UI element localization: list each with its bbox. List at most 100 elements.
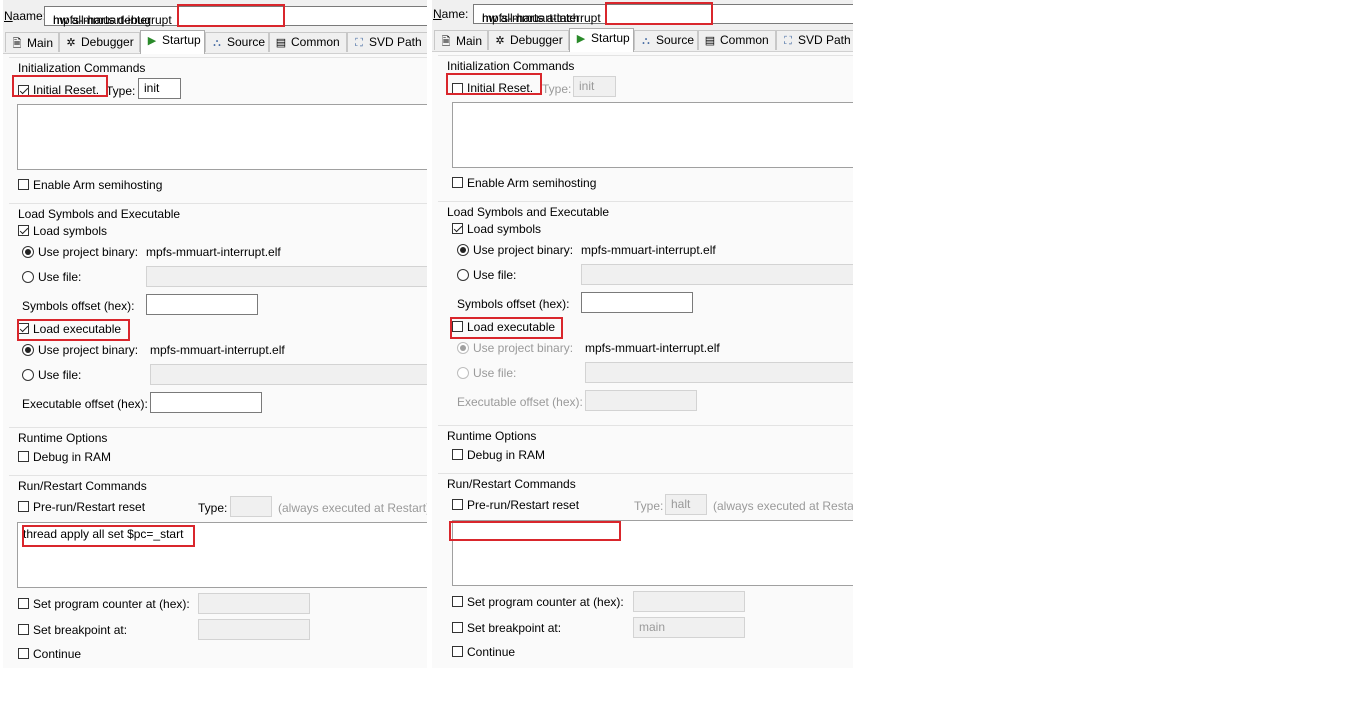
init-type-label: Type: <box>542 82 572 96</box>
symbols-use-file-radio[interactable] <box>22 271 34 283</box>
prerun-type-label: Type: <box>634 499 664 513</box>
symbols-offset-field[interactable] <box>146 294 258 315</box>
init-commands-textarea[interactable] <box>17 104 427 170</box>
load-group: Load Symbols and Executable Load symbols… <box>9 203 427 428</box>
set-pc-label: Set program counter at (hex): <box>467 595 624 609</box>
debug-in-ram-checkbox[interactable] <box>18 451 29 462</box>
prerun-checkbox[interactable] <box>18 501 29 512</box>
continue-checkbox[interactable] <box>452 646 463 657</box>
play-icon: ▶ <box>147 35 157 47</box>
exec-file-field[interactable] <box>585 362 853 383</box>
startup-content: Initialization Commands Initial Reset. T… <box>3 54 427 668</box>
tab-debugger[interactable]: ✲ Debugger <box>488 30 569 50</box>
exec-offset-field[interactable] <box>585 390 697 411</box>
name-suffix-highlight <box>605 2 713 25</box>
symbols-file-field[interactable] <box>146 266 427 287</box>
run-restart-group: Run/Restart Commands Pre-run/Restart res… <box>9 475 427 668</box>
set-pc-field[interactable] <box>198 593 310 614</box>
continue-checkbox[interactable] <box>18 648 29 659</box>
symbols-offset-label: Symbols offset (hex): <box>22 299 135 313</box>
load-group-title: Load Symbols and Executable <box>18 207 181 221</box>
set-pc-checkbox[interactable] <box>452 596 463 607</box>
runtime-group: Runtime Options Debug in RAM <box>9 427 427 476</box>
tab-source[interactable]: ⛬ Source <box>634 30 698 50</box>
symbols-file-field[interactable] <box>581 264 853 285</box>
semihosting-checkbox[interactable] <box>452 177 463 188</box>
exec-use-file-label: Use file: <box>38 368 82 382</box>
symbols-binary-value: mpfs-mmuart-interrupt.elf <box>581 243 716 257</box>
symbols-project-binary-radio[interactable] <box>22 246 34 258</box>
tab-common[interactable]: ▤ Common <box>269 32 347 52</box>
prerun-type-field[interactable]: halt <box>665 494 707 515</box>
exec-binary-value: mpfs-mmuart-interrupt.elf <box>150 343 285 357</box>
exec-file-field[interactable] <box>150 364 427 385</box>
init-commands-title: Initialization Commands <box>447 59 575 73</box>
source-icon: ⛬ <box>642 35 650 47</box>
tab-bar: 🗎 Main ✲ Debugger ▶ Startup ⛬ Source ▤ Common… <box>432 28 853 52</box>
prerun-label: Pre-run/Restart reset <box>467 498 580 512</box>
init-commands-textarea[interactable] <box>452 102 853 168</box>
symbols-use-file-radio[interactable] <box>457 269 469 281</box>
symbols-offset-label: Symbols offset (hex): <box>457 297 570 311</box>
debug-in-ram-label: Debug in RAM <box>33 450 112 464</box>
initial-reset-highlight <box>446 73 542 95</box>
common-icon: ▤ <box>275 37 287 49</box>
name-suffix-highlight <box>177 4 285 27</box>
attach-config-panel: Name: mpfs-mmuart-interrupt hw all-harts … <box>432 0 853 668</box>
always-restart-note: (always executed at Restart) <box>713 499 853 513</box>
init-type-field[interactable]: init <box>138 78 181 99</box>
exec-project-binary-radio[interactable] <box>22 344 34 356</box>
prerun-type-field[interactable] <box>230 496 272 517</box>
set-breakpoint-checkbox[interactable] <box>452 622 463 633</box>
set-breakpoint-label: Set breakpoint at: <box>33 623 128 637</box>
set-pc-field[interactable] <box>633 591 745 612</box>
prerun-checkbox[interactable] <box>452 499 463 510</box>
svd-icon: ⛶ <box>355 37 363 49</box>
symbols-project-binary-radio[interactable] <box>457 244 469 256</box>
tab-svd-path[interactable]: ⛶ SVD Path <box>347 32 427 52</box>
set-breakpoint-field[interactable] <box>198 619 310 640</box>
tab-svd-path[interactable]: ⛶ SVD Path <box>776 30 853 50</box>
exec-offset-label: Executable offset (hex): <box>22 397 148 411</box>
debug-in-ram-checkbox[interactable] <box>452 449 463 460</box>
tab-bar: 🗎 Main ✲ Debugger ▶ Startup ⛬ Source ▤ Common… <box>3 30 427 54</box>
tab-debugger[interactable]: ✲ Debugger <box>59 32 140 52</box>
tab-main[interactable]: 🗎 Main <box>5 32 59 52</box>
run-restart-group: Run/Restart Commands Pre-run/Restart res… <box>438 473 853 667</box>
run-restart-title: Run/Restart Commands <box>18 479 147 493</box>
name-label: Name: <box>433 7 469 21</box>
debug-config-panel: Naame: mpfs-mmuart-interrupt hw all-harts… <box>3 0 427 668</box>
tab-startup[interactable]: ▶ Startup <box>569 28 634 52</box>
init-commands-title: Initialization Commands <box>18 61 146 75</box>
svd-icon: ⛶ <box>784 35 792 47</box>
load-executable-highlight <box>17 319 130 341</box>
tab-common[interactable]: ▤ Common <box>698 30 776 50</box>
exec-project-binary-radio[interactable] <box>457 342 469 354</box>
semihosting-checkbox[interactable] <box>18 179 29 190</box>
tab-source[interactable]: ⛬ Source <box>205 32 269 52</box>
exec-project-binary-label: Use project binary: <box>473 341 574 355</box>
symbols-offset-field[interactable] <box>581 292 693 313</box>
load-executable-highlight <box>450 317 563 339</box>
exec-binary-value: mpfs-mmuart-interrupt.elf <box>585 341 720 355</box>
run-command-highlight <box>22 525 195 547</box>
symbols-project-binary-label: Use project binary: <box>38 245 139 259</box>
init-type-field[interactable]: init <box>573 76 616 97</box>
set-breakpoint-checkbox[interactable] <box>18 624 29 635</box>
exec-use-file-radio[interactable] <box>457 367 469 379</box>
exec-use-file-radio[interactable] <box>22 369 34 381</box>
set-pc-checkbox[interactable] <box>18 598 29 609</box>
semihosting-label: Enable Arm semihosting <box>467 176 597 190</box>
runtime-title: Runtime Options <box>18 431 108 445</box>
set-breakpoint-label: Set breakpoint at: <box>467 621 562 635</box>
load-symbols-checkbox[interactable] <box>18 225 29 236</box>
init-type-label: Type: <box>106 84 136 98</box>
tab-startup[interactable]: ▶ Startup <box>140 30 205 54</box>
tab-main[interactable]: 🗎 Main <box>434 30 488 50</box>
run-command-highlight <box>449 521 621 541</box>
symbols-use-file-label: Use file: <box>38 270 82 284</box>
source-icon: ⛬ <box>213 37 221 49</box>
exec-offset-field[interactable] <box>150 392 262 413</box>
set-breakpoint-field[interactable]: main <box>633 617 745 638</box>
load-symbols-checkbox[interactable] <box>452 223 463 234</box>
